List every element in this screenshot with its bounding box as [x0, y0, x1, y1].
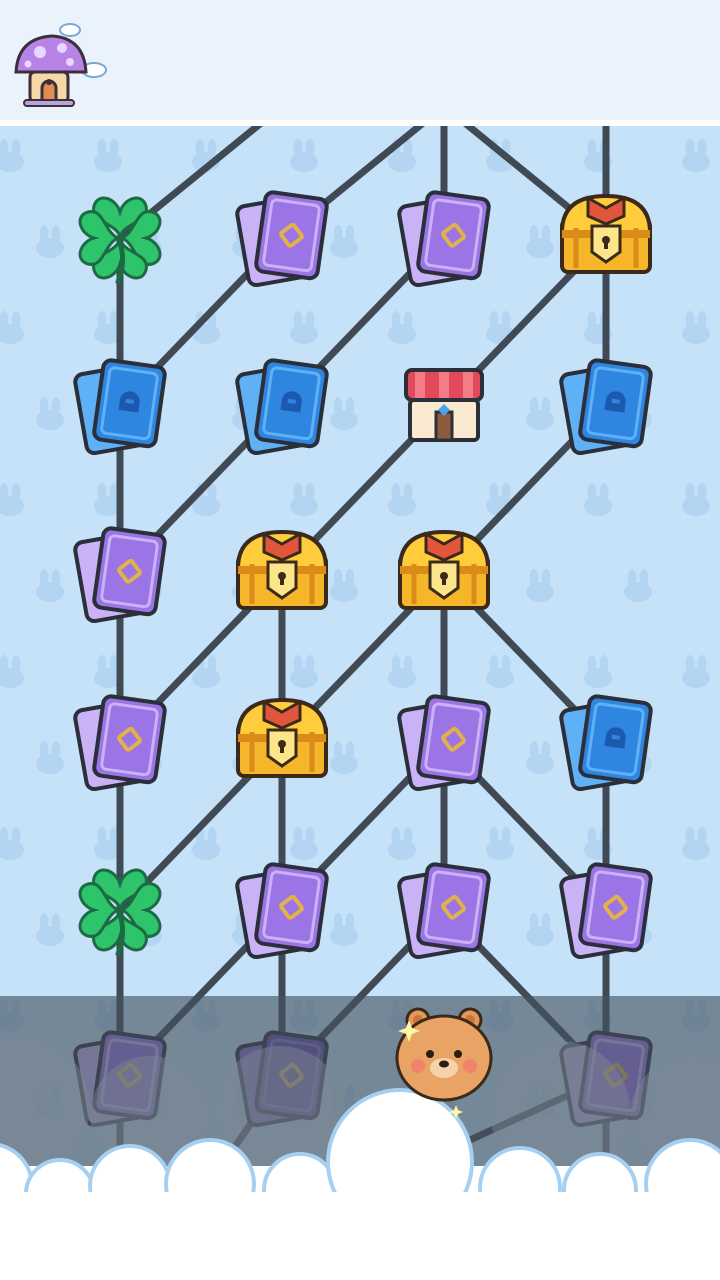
- bunny-pattern-mark: [330, 741, 358, 774]
- bunny-pattern-mark: [682, 827, 710, 860]
- map-node-card-purple-icon[interactable]: [397, 694, 491, 792]
- bunny-pattern-mark: [682, 655, 710, 688]
- bunny-pattern-mark: [682, 311, 710, 344]
- map-node-card-purple-icon[interactable]: [235, 862, 329, 960]
- fog-overlay: [0, 996, 720, 1280]
- map-node-card-purple-icon[interactable]: [397, 862, 491, 960]
- bunny-pattern-mark: [36, 225, 64, 258]
- bunny-pattern-mark: [584, 483, 612, 516]
- map-node-chest-icon[interactable]: [397, 529, 491, 610]
- bunny-pattern-mark: [290, 483, 318, 516]
- map-node-card-blue-icon[interactable]: [73, 358, 167, 456]
- map-node-card-blue-icon[interactable]: [559, 694, 653, 792]
- bunny-pattern-mark: [388, 311, 416, 344]
- map-node-card-purple-icon[interactable]: [73, 526, 167, 624]
- map-node-chest-icon[interactable]: [235, 697, 329, 778]
- bunny-pattern-mark: [330, 225, 358, 258]
- bunny-pattern-mark: [624, 569, 652, 602]
- map-node-chest-icon[interactable]: [559, 193, 653, 274]
- bunny-pattern-mark: [0, 483, 24, 516]
- mushroom-house-icon: [14, 23, 107, 107]
- map-board: [0, 126, 720, 1280]
- bunny-pattern-mark: [682, 483, 710, 516]
- bunny-pattern-mark: [0, 311, 24, 344]
- bunny-pattern-mark: [526, 225, 554, 258]
- bunny-pattern-mark: [94, 139, 122, 172]
- map-node-card-blue-icon[interactable]: [235, 358, 329, 456]
- map-scene: [0, 126, 720, 1280]
- home-button[interactable]: [10, 20, 110, 112]
- bunny-pattern-mark: [526, 569, 554, 602]
- bunny-pattern-mark: [388, 655, 416, 688]
- bunny-pattern-mark: [584, 655, 612, 688]
- bunny-pattern-mark: [330, 397, 358, 430]
- bunny-pattern-mark: [36, 569, 64, 602]
- map-node-card-purple-icon[interactable]: [73, 694, 167, 792]
- bunny-pattern-mark: [388, 483, 416, 516]
- bunny-pattern-mark: [290, 655, 318, 688]
- top-bar: [0, 0, 720, 120]
- bunny-pattern-mark: [0, 139, 24, 172]
- map-node-card-purple-icon[interactable]: [397, 190, 491, 288]
- bunny-pattern-mark: [290, 311, 318, 344]
- bunny-pattern-mark: [526, 741, 554, 774]
- bunny-pattern-mark: [526, 397, 554, 430]
- bunny-pattern-mark: [36, 913, 64, 946]
- map-node-card-blue-icon[interactable]: [559, 358, 653, 456]
- bunny-pattern-mark: [290, 827, 318, 860]
- bunny-pattern-mark: [330, 913, 358, 946]
- bunny-pattern-mark: [486, 827, 514, 860]
- bunny-pattern-mark: [388, 827, 416, 860]
- bunny-pattern-mark: [36, 741, 64, 774]
- bunny-pattern-mark: [36, 397, 64, 430]
- bunny-pattern-mark: [0, 655, 24, 688]
- bunny-pattern-mark: [682, 139, 710, 172]
- bunny-pattern-mark: [526, 913, 554, 946]
- map-node-card-purple-icon[interactable]: [559, 862, 653, 960]
- bunny-pattern-mark: [290, 139, 318, 172]
- map-node-clover-icon[interactable]: [78, 196, 162, 285]
- bunny-pattern-mark: [486, 655, 514, 688]
- bunny-pattern-mark: [0, 827, 24, 860]
- map-node-shop-icon[interactable]: [404, 368, 484, 442]
- map-node-chest-icon[interactable]: [235, 529, 329, 610]
- bunny-pattern-mark: [330, 569, 358, 602]
- map-node-card-purple-icon[interactable]: [235, 190, 329, 288]
